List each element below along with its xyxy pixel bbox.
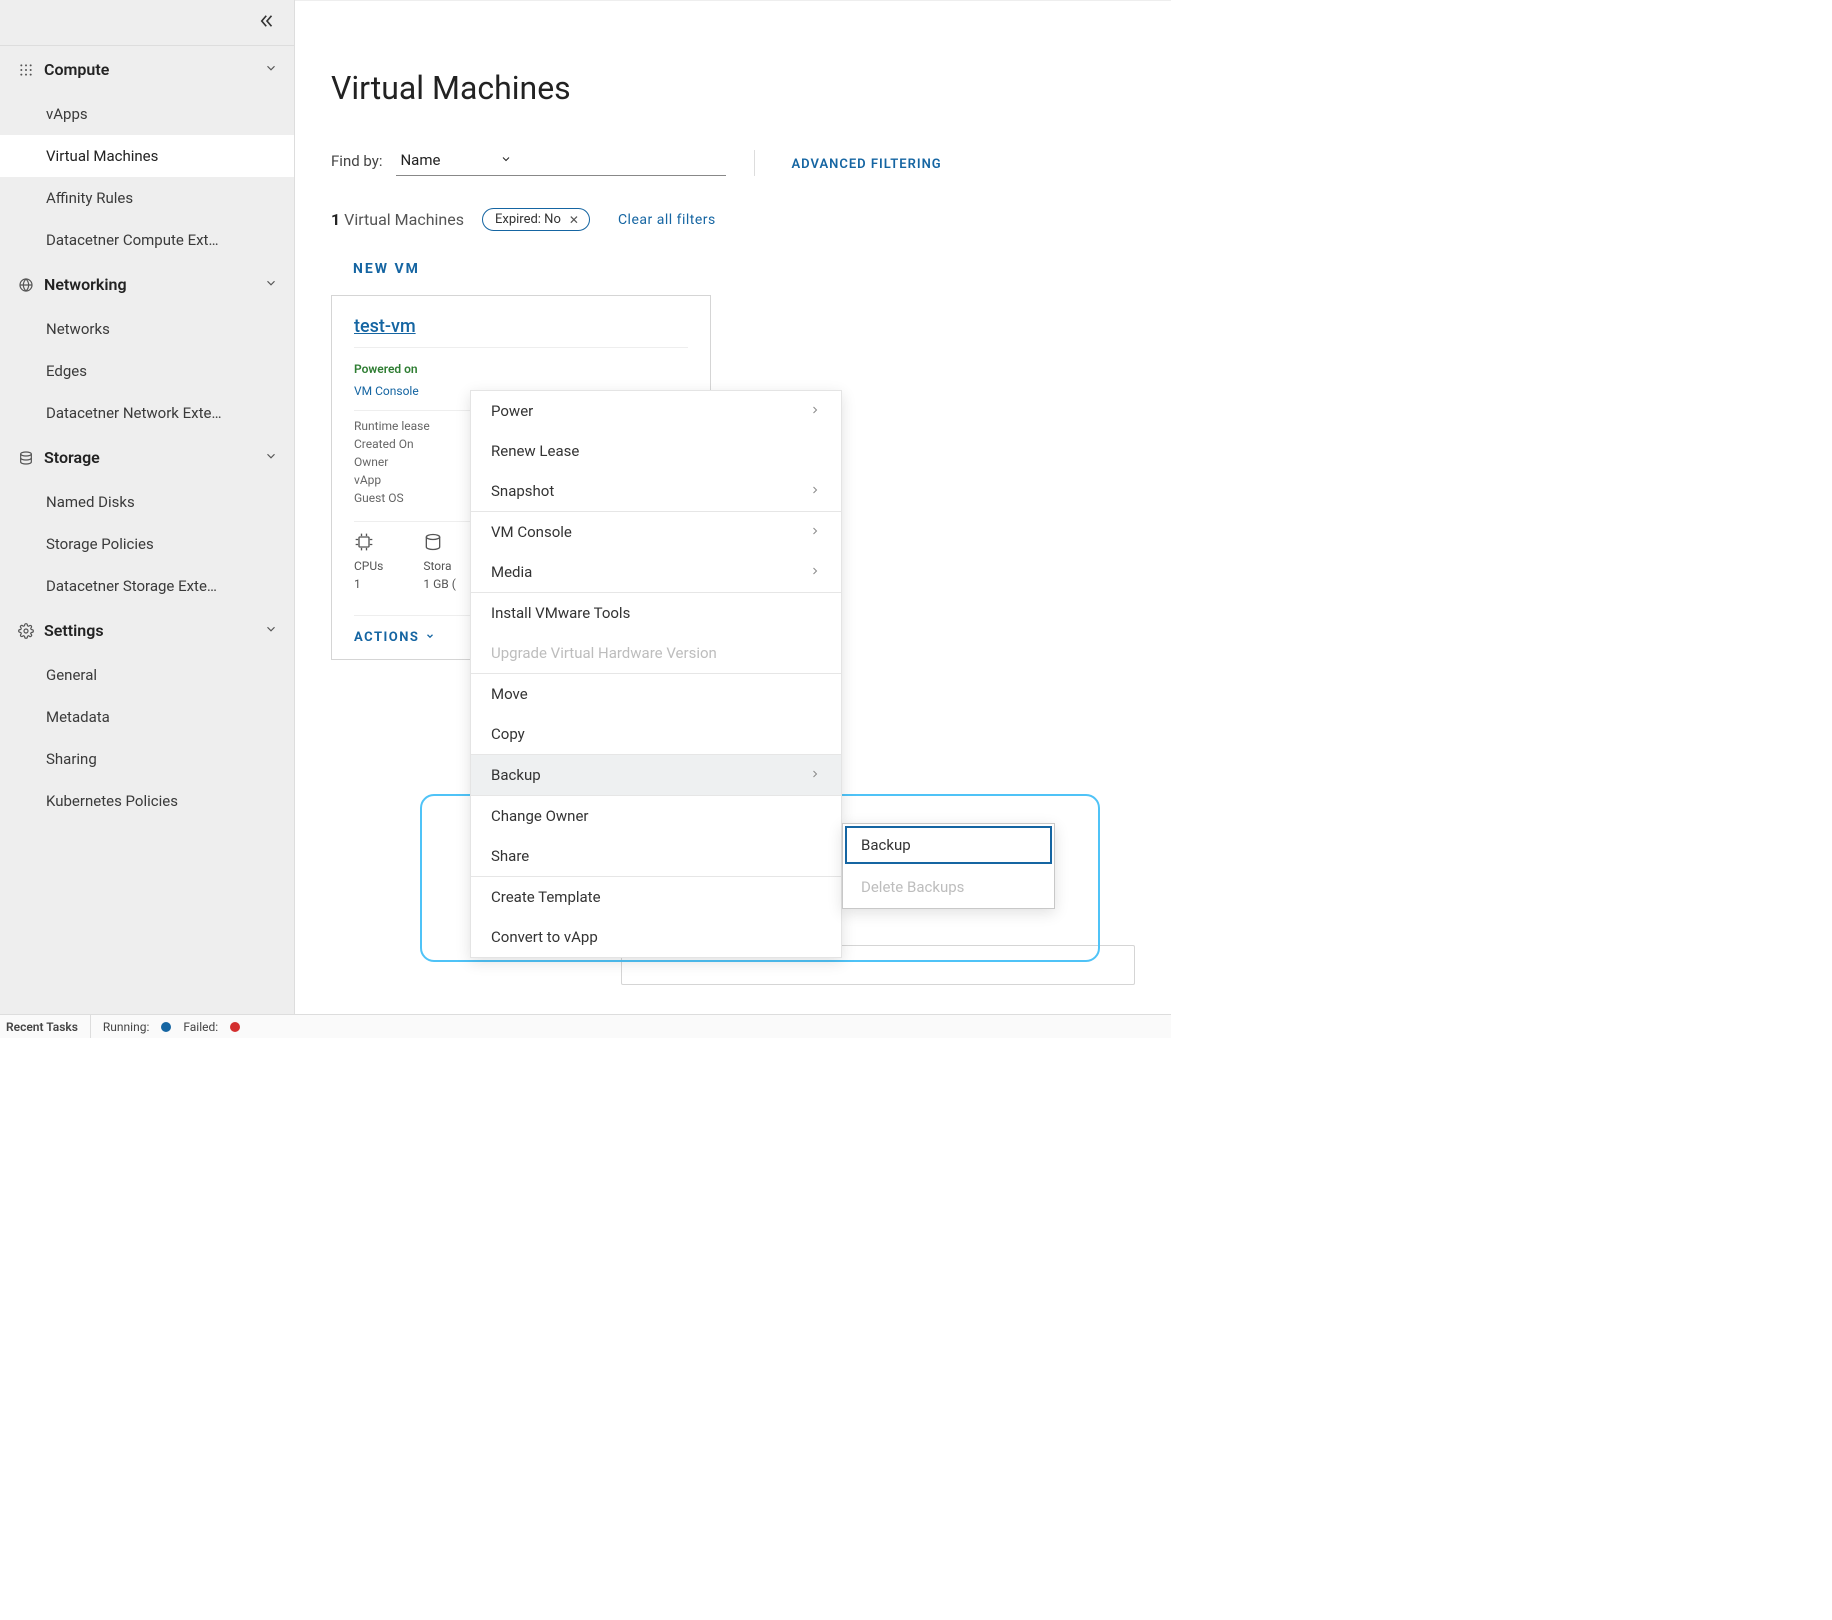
chevron-right-icon: [809, 563, 821, 581]
recent-tasks-label: Recent Tasks: [6, 1020, 78, 1034]
running-label: Running:: [103, 1020, 149, 1034]
menu-item-change-owner[interactable]: Change Owner: [471, 796, 841, 836]
sidebar-collapse[interactable]: [0, 0, 294, 46]
find-by-select[interactable]: Name: [396, 147, 516, 175]
menu-item-backup[interactable]: Backup: [471, 755, 841, 795]
cpus-value: 1: [354, 577, 383, 591]
find-input[interactable]: [516, 148, 726, 175]
close-icon[interactable]: ✕: [569, 213, 579, 227]
sidebar-item-vapps[interactable]: vApps: [0, 93, 294, 135]
sidebar-item-datacetner-network-exte[interactable]: Datacetner Network Exte…: [0, 392, 294, 434]
find-by-label: Find by:: [331, 152, 382, 176]
menu-item-convert-to-vapp[interactable]: Convert to vApp: [471, 917, 841, 957]
menu-item-power[interactable]: Power: [471, 391, 841, 431]
menu-item-renew-lease[interactable]: Renew Lease: [471, 431, 841, 471]
backup-submenu: BackupDelete Backups: [842, 823, 1055, 909]
actions-context-menu: PowerRenew LeaseSnapshotVM ConsoleMediaI…: [470, 390, 842, 958]
running-indicator-icon: [161, 1022, 171, 1032]
menu-item-upgrade-virtual-hardware-version: Upgrade Virtual Hardware Version: [471, 633, 841, 673]
menu-item-vm-console[interactable]: VM Console: [471, 512, 841, 552]
menu-item-snapshot[interactable]: Snapshot: [471, 471, 841, 511]
vm-name-link[interactable]: test-vm: [354, 316, 416, 337]
clear-filters-link[interactable]: Clear all filters: [618, 212, 716, 228]
storage-value: 1 GB (: [423, 577, 455, 591]
sidebar-item-edges[interactable]: Edges: [0, 350, 294, 392]
recent-tasks-bar[interactable]: Recent Tasks Running: Failed:: [0, 1014, 1171, 1038]
menu-item-move[interactable]: Move: [471, 674, 841, 714]
advanced-filtering-link[interactable]: ADVANCED FILTERING: [791, 157, 941, 176]
menu-item-install-vmware-tools[interactable]: Install VMware Tools: [471, 593, 841, 633]
chevron-right-icon: [809, 523, 821, 541]
chevron-down-icon: [264, 60, 278, 79]
sidebar-item-networks[interactable]: Networks: [0, 308, 294, 350]
menu-item-create-template[interactable]: Create Template: [471, 877, 841, 917]
submenu-item-delete-backups: Delete Backups: [843, 866, 1054, 908]
sidebar-section-networking[interactable]: Networking: [0, 261, 294, 308]
find-by-value: Name: [400, 151, 440, 169]
cpu-icon: [354, 532, 383, 555]
sidebar-item-storage-policies[interactable]: Storage Policies: [0, 523, 294, 565]
sidebar-item-affinity-rules[interactable]: Affinity Rules: [0, 177, 294, 219]
sidebar-item-named-disks[interactable]: Named Disks: [0, 481, 294, 523]
filter-chip-expired[interactable]: Expired: No ✕: [482, 208, 590, 231]
divider: [754, 150, 755, 176]
find-row: Find by: Name ADVANCED FILTERING: [331, 147, 1135, 176]
result-count: 1 Virtual Machines: [331, 210, 464, 229]
menu-item-share[interactable]: Share: [471, 836, 841, 876]
chevron-down-icon: [264, 621, 278, 640]
failed-indicator-icon: [230, 1022, 240, 1032]
submenu-item-backup[interactable]: Backup: [843, 824, 1054, 866]
filter-row: 1 Virtual Machines Expired: No ✕ Clear a…: [331, 208, 1135, 231]
page-title: Virtual Machines: [331, 69, 1135, 107]
storage-label: Stora: [423, 559, 455, 573]
chevron-down-icon: [425, 630, 435, 645]
chevron-right-icon: [809, 482, 821, 500]
sidebar-item-datacetner-compute-ext[interactable]: Datacetner Compute Ext…: [0, 219, 294, 261]
sidebar-item-sharing[interactable]: Sharing: [0, 738, 294, 780]
sidebar-section-settings[interactable]: Settings: [0, 607, 294, 654]
sidebar-item-general[interactable]: General: [0, 654, 294, 696]
sidebar-item-metadata[interactable]: Metadata: [0, 696, 294, 738]
cpus-label: CPUs: [354, 559, 383, 573]
failed-label: Failed:: [183, 1020, 218, 1034]
chevron-double-left-icon: [258, 12, 276, 34]
sidebar-item-datacetner-storage-exte[interactable]: Datacetner Storage Exte…: [0, 565, 294, 607]
chevron-down-icon: [500, 151, 512, 169]
chevron-down-icon: [264, 448, 278, 467]
vm-power-state: Powered on: [354, 362, 688, 376]
sidebar: ComputevAppsVirtual MachinesAffinity Rul…: [0, 0, 295, 1038]
menu-item-copy[interactable]: Copy: [471, 714, 841, 754]
sidebar-section-compute[interactable]: Compute: [0, 46, 294, 93]
sidebar-section-storage[interactable]: Storage: [0, 434, 294, 481]
sidebar-item-virtual-machines[interactable]: Virtual Machines: [0, 135, 294, 177]
storage-icon: [423, 532, 455, 555]
menu-item-media[interactable]: Media: [471, 552, 841, 592]
new-vm-button[interactable]: NEW VM: [353, 261, 1135, 277]
filter-chip-label: Expired: No: [495, 212, 561, 227]
chevron-right-icon: [809, 402, 821, 420]
chevron-right-icon: [809, 766, 821, 784]
sidebar-item-kubernetes-policies[interactable]: Kubernetes Policies: [0, 780, 294, 822]
chevron-down-icon: [264, 275, 278, 294]
